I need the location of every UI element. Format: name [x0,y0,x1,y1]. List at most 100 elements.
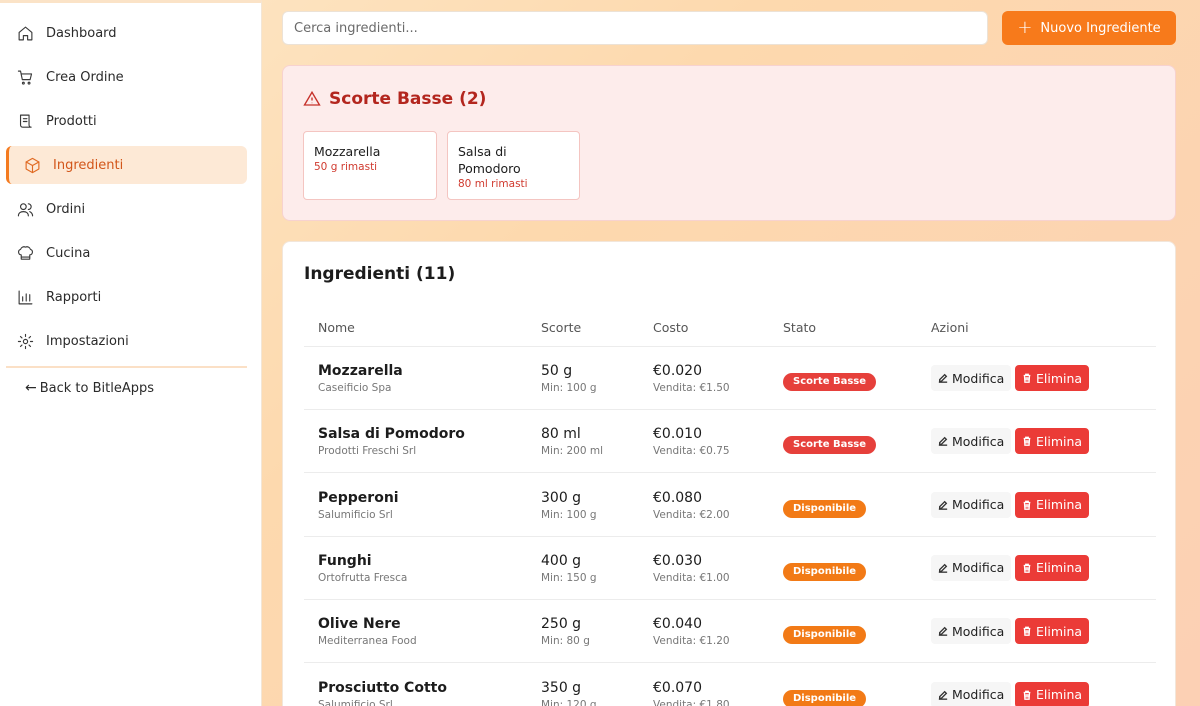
stock-min: Min: 80 g [541,635,590,648]
home-icon [16,24,34,42]
sidebar-item-impostazioni[interactable]: Impostazioni [6,322,247,360]
delete-button[interactable]: Elimina [1015,681,1090,706]
stock-value: 400 g [541,552,582,569]
delete-label: Elimina [1036,497,1083,513]
cost-value: €0.010 [653,426,702,443]
delete-button[interactable]: Elimina [1015,428,1090,455]
edit-button[interactable]: Modifica [931,428,1012,455]
low-stock-title-text: Scorte Basse (2) [329,89,487,109]
cell-name: Prosciutto Cotto Salumificio Srl [318,680,447,706]
edit-label: Modifica [952,433,1005,449]
low-stock-card[interactable]: Salsa di Pomodoro 80 ml rimasti [447,131,580,200]
stock-min: Min: 100 g [541,508,597,521]
sidebar-item-dashboard[interactable]: Dashboard [6,14,247,52]
ingredient-supplier: Salumificio Srl [318,698,393,706]
arrow-left-icon: ← [25,380,37,396]
bar-chart-icon [16,288,34,306]
trash-icon [1022,563,1032,573]
sidebar-item-crea-ordine[interactable]: Crea Ordine [6,58,247,96]
header-status: Stato [783,320,817,335]
edit-icon [938,373,948,383]
cell-status: Scorte Basse [783,432,877,455]
delete-button[interactable]: Elimina [1015,365,1090,391]
sidebar-divider [6,366,247,368]
delete-label: Elimina [1036,687,1083,702]
new-ingredient-button[interactable]: + Nuovo Ingrediente [1002,11,1176,45]
trash-icon [1022,626,1032,637]
status-badge: Disponibile [783,689,867,706]
status-badge: Disponibile [783,562,867,581]
ingredient-name: Funghi [318,552,372,569]
cell-name: Olive Nere Mediterranea Food [318,616,417,647]
status-badge: Scorte Basse [783,436,877,455]
header-actions: Azioni [931,320,969,335]
sidebar-item-ordini[interactable]: Ordini [6,190,247,228]
edit-button[interactable]: Modifica [931,554,1012,581]
sidebar-item-label: Crea Ordine [46,69,124,85]
table-title: Ingredienti (11) [304,264,456,284]
delete-label: Elimina [1036,370,1083,386]
scroll-icon [16,112,34,130]
edit-button[interactable]: Modifica [931,365,1012,391]
stock-value: 80 ml [541,426,581,443]
sidebar: Dashboard Crea Ordine Prodotti Ingredien… [0,0,262,706]
table-row: Mozzarella Caseificio Spa 50 g Min: 100 g €0… [304,347,1156,410]
sidebar-item-prodotti[interactable]: Prodotti [6,102,247,140]
edit-button[interactable]: Modifica [931,491,1012,518]
edit-label: Modifica [952,560,1005,576]
search-input[interactable] [282,11,988,45]
table-row: Funghi Ortofrutta Fresca 400 g Min: 150 g €0… [304,537,1156,600]
edit-button[interactable]: Modifica [931,618,1012,645]
table-row: Pepperoni Salumificio Srl 300 g Min: 100 g €… [304,474,1156,537]
cell-stock: 300 g Min: 100 g [541,490,597,521]
sidebar-item-label: Rapporti [46,289,102,305]
low-stock-name: Mozzarella [314,144,381,159]
delete-label: Elimina [1036,433,1083,449]
ingredient-name: Salsa di Pomodoro [318,426,465,443]
table-row: Salsa di Pomodoro Prodotti Freschi Srl 80 … [304,410,1156,474]
edit-label: Modifica [952,370,1005,386]
sale-price: Vendita: €1.80 [653,698,730,706]
stock-value: 350 g [541,679,582,696]
sidebar-item-rapporti[interactable]: Rapporti [6,278,247,316]
gear-icon [16,332,34,350]
table-row: Prosciutto Cotto Salumificio Srl 350 g Min:… [304,664,1156,706]
main-content: + Nuovo Ingrediente Scorte Basse (2) Moz… [262,0,1200,706]
cost-value: €0.040 [653,616,702,633]
delete-button[interactable]: Elimina [1015,618,1090,645]
cell-cost: €0.010 Vendita: €0.75 [653,426,730,457]
edit-button[interactable]: Modifica [931,681,1012,706]
status-badge: Disponibile [783,499,867,518]
stock-min: Min: 150 g [541,571,597,584]
low-stock-card[interactable]: Mozzarella 50 g rimasti [303,131,437,200]
cell-status: Disponibile [783,686,867,706]
sale-price: Vendita: €1.50 [653,382,730,394]
edit-label: Modifica [952,687,1005,702]
cell-stock: 400 g Min: 150 g [541,553,597,584]
sale-price: Vendita: €0.75 [653,445,730,458]
sidebar-item-label: Prodotti [46,113,97,129]
chef-hat-icon [16,244,34,262]
cost-value: €0.030 [653,552,702,569]
ingredient-name: Pepperoni [318,489,399,506]
warning-icon [303,90,321,106]
sidebar-item-ingredienti[interactable]: Ingredienti [6,146,247,184]
sidebar-item-cucina[interactable]: Cucina [6,234,247,272]
cell-name: Funghi Ortofrutta Fresca [318,553,407,584]
sidebar-item-label: Impostazioni [46,333,129,349]
edit-icon [938,626,948,637]
cart-icon [16,68,34,86]
sidebar-item-label: Dashboard [46,25,117,41]
sidebar-item-label: Ingredienti [53,157,124,173]
edit-icon [938,563,948,573]
back-link[interactable]: ← Back to BitleApps [25,380,261,396]
sidebar-item-label: Ordini [46,201,86,217]
table-row: Olive Nere Mediterranea Food 250 g Min: 80 … [304,600,1156,664]
cell-status: Disponibile [783,622,867,645]
box-icon [23,156,41,174]
status-badge: Disponibile [783,626,867,645]
delete-button[interactable]: Elimina [1015,554,1090,581]
edit-icon [938,436,948,447]
cell-status: Disponibile [783,496,867,518]
delete-button[interactable]: Elimina [1015,491,1090,518]
